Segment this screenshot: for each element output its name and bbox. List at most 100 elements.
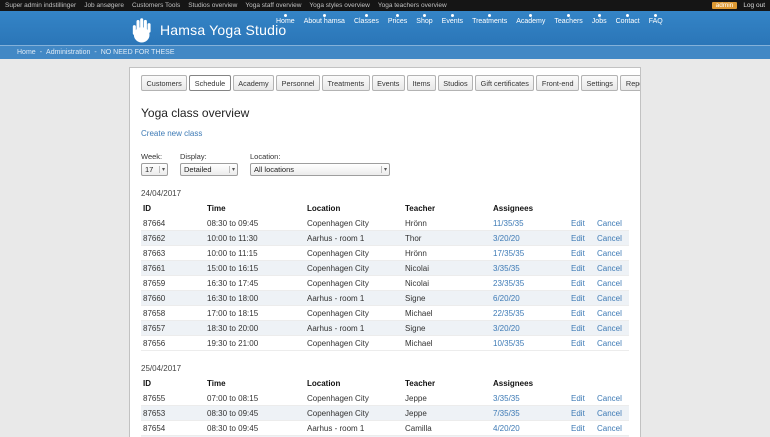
cancel-link[interactable]: Cancel <box>597 279 622 288</box>
class-teacher: Michael <box>405 338 433 348</box>
cancel-link[interactable]: Cancel <box>597 394 622 403</box>
cancel-link[interactable]: Cancel <box>597 264 622 273</box>
class-teacher: Jeppe <box>405 408 427 418</box>
edit-link[interactable]: Edit <box>571 324 585 333</box>
nav-item-faq[interactable]: FAQ <box>649 14 663 25</box>
assignees-link[interactable]: 3/20/20 <box>493 234 520 243</box>
cancel-link[interactable]: Cancel <box>597 324 622 333</box>
column-header-teacher: Teacher <box>405 379 436 388</box>
edit-link[interactable]: Edit <box>571 219 585 228</box>
edit-link[interactable]: Edit <box>571 294 585 303</box>
location-select[interactable]: All locations ▾ <box>250 163 390 176</box>
edit-link[interactable]: Edit <box>571 234 585 243</box>
cancel-link[interactable]: Cancel <box>597 409 622 418</box>
class-teacher: Nicolai <box>405 278 430 288</box>
edit-link[interactable]: Edit <box>571 279 585 288</box>
assignees-link[interactable]: 7/35/35 <box>493 409 520 418</box>
cancel-link[interactable]: Cancel <box>597 339 622 348</box>
admin-bar-item-job-ans-gere[interactable]: Job ansøgere <box>84 2 124 9</box>
tab-customers[interactable]: Customers <box>141 75 188 91</box>
nav-item-academy[interactable]: Academy <box>516 14 545 25</box>
cancel-cell: Cancel <box>595 406 629 421</box>
class-id: 87658 <box>143 308 166 318</box>
nav-item-about-hamsa[interactable]: About hamsa <box>304 14 345 25</box>
assignees-link[interactable]: 22/35/35 <box>493 309 524 318</box>
edit-link[interactable]: Edit <box>571 339 585 348</box>
assignees-link[interactable]: 3/35/35 <box>493 264 520 273</box>
tab-reports[interactable]: Reports <box>620 75 640 91</box>
cancel-link[interactable]: Cancel <box>597 219 622 228</box>
class-teacher: Camilla <box>405 423 432 433</box>
assignees-link[interactable]: 3/20/20 <box>493 324 520 333</box>
nav-item-treatments[interactable]: Treatments <box>472 14 507 25</box>
class-assignees-cell: 17/35/35 <box>491 246 569 261</box>
edit-link[interactable]: Edit <box>571 409 585 418</box>
edit-link[interactable]: Edit <box>571 264 585 273</box>
cancel-link[interactable]: Cancel <box>597 234 622 243</box>
cancel-link[interactable]: Cancel <box>597 424 622 433</box>
nav-item-classes[interactable]: Classes <box>354 14 379 25</box>
assignees-link[interactable]: 3/35/35 <box>493 394 520 403</box>
column-header-cancel <box>595 376 629 391</box>
tab-academy[interactable]: Academy <box>232 75 275 91</box>
chevron-down-icon: ▾ <box>380 166 387 173</box>
cancel-link[interactable]: Cancel <box>597 309 622 318</box>
tab-studios[interactable]: Studios <box>437 75 474 91</box>
admin-bar-item-studios-overview[interactable]: Studios overview <box>188 2 237 9</box>
class-time: 19:30 to 21:00 <box>207 338 259 348</box>
assignees-link[interactable]: 4/20/20 <box>493 424 520 433</box>
tab-gift-certificates[interactable]: Gift certificates <box>475 75 535 91</box>
assignees-link[interactable]: 10/35/35 <box>493 339 524 348</box>
breadcrumb-item-home[interactable]: Home <box>17 49 36 56</box>
class-row: 87663 10:00 to 11:15 Copenhagen City Hrönn 1… <box>141 246 629 261</box>
assignees-link[interactable]: 17/35/35 <box>493 249 524 258</box>
display-select[interactable]: Detailed ▾ <box>180 163 238 176</box>
cancel-link[interactable]: Cancel <box>597 249 622 258</box>
class-time: 10:00 to 11:30 <box>207 233 258 243</box>
admin-bar-item-super-admin-indstillinger[interactable]: Super admin indstillinger <box>5 2 76 9</box>
edit-link[interactable]: Edit <box>571 249 585 258</box>
admin-bar-item-yoga-teachers-overview[interactable]: Yoga teachers overview <box>378 2 447 9</box>
edit-link[interactable]: Edit <box>571 309 585 318</box>
class-location: Copenhagen City <box>307 308 369 318</box>
nav-item-shop[interactable]: Shop <box>416 14 433 25</box>
edit-link[interactable]: Edit <box>571 424 585 433</box>
cancel-cell: Cancel <box>595 261 629 276</box>
column-header-location: Location <box>307 379 341 388</box>
nav-item-contact[interactable]: Contact <box>616 14 640 25</box>
cancel-link[interactable]: Cancel <box>597 294 622 303</box>
breadcrumb-item-administration[interactable]: Administration <box>46 49 90 56</box>
assignees-link[interactable]: 6/20/20 <box>493 294 520 303</box>
nav-item-teachers[interactable]: Teachers <box>554 14 583 25</box>
assignees-link[interactable]: 23/35/35 <box>493 279 524 288</box>
assignees-link[interactable]: 11/35/35 <box>493 219 524 228</box>
admin-bar-item-yoga-staff-overview[interactable]: Yoga staff overview <box>245 2 301 9</box>
create-new-class-link[interactable]: Create new class <box>141 129 202 138</box>
logout-link[interactable]: Log out <box>743 2 765 9</box>
nav-item-jobs[interactable]: Jobs <box>592 14 607 25</box>
nav-bullet-icon <box>450 14 454 17</box>
tab-front-end[interactable]: Front-end <box>536 75 580 91</box>
admin-user-badge[interactable]: admin <box>711 2 738 9</box>
tab-settings[interactable]: Settings <box>581 75 619 91</box>
admin-bar-item-customers-tools[interactable]: Customers Tools <box>132 2 180 9</box>
tab-events[interactable]: Events <box>371 75 405 91</box>
tab-personnel[interactable]: Personnel <box>276 75 320 91</box>
tab-items[interactable]: Items <box>406 75 436 91</box>
column-header-assignees: Assignees <box>493 204 534 213</box>
tab-treatments[interactable]: Treatments <box>322 75 370 91</box>
nav-item-label: About hamsa <box>303 18 345 25</box>
admin-bar-item-yoga-styles-overview[interactable]: Yoga styles overview <box>309 2 369 9</box>
class-time: 10:00 to 11:15 <box>207 248 258 258</box>
week-select[interactable]: 17 ▾ <box>141 163 168 176</box>
cancel-cell: Cancel <box>595 231 629 246</box>
class-row: 87657 18:30 to 20:00 Aarhus - room 1 Signe 3… <box>141 320 629 336</box>
class-teacher: Signe <box>405 293 426 303</box>
class-time: 07:00 to 08:15 <box>207 393 259 403</box>
breadcrumb-separator: - <box>39 49 43 56</box>
edit-link[interactable]: Edit <box>571 394 585 403</box>
class-teacher: Michael <box>405 308 433 318</box>
nav-item-prices[interactable]: Prices <box>388 14 407 25</box>
nav-item-events[interactable]: Events <box>442 14 463 25</box>
tab-schedule[interactable]: Schedule <box>189 75 231 91</box>
